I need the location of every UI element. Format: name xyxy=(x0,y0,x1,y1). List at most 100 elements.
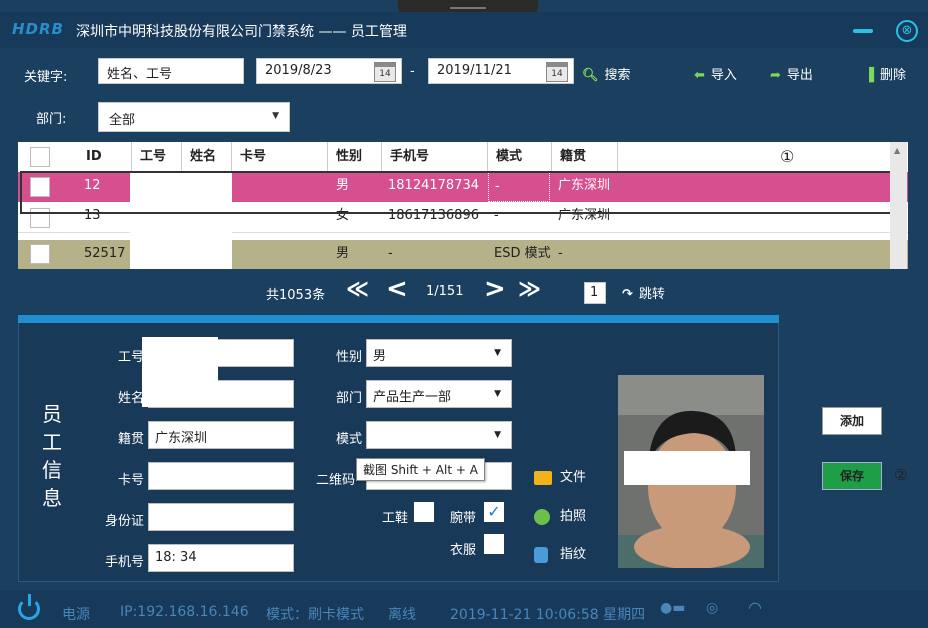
cell-id: 52517 xyxy=(84,246,126,261)
search-button[interactable]: 🔍︎ 搜索 xyxy=(582,64,631,83)
dept-field-select[interactable]: 产品生产一部 ▼ xyxy=(366,380,512,408)
export-arrow-icon: ➦︎ xyxy=(770,68,781,83)
import-arrow-icon: ⬅︎ xyxy=(694,68,705,83)
card-label: 卡号 xyxy=(117,473,144,488)
next-page-button[interactable]: > xyxy=(484,274,506,304)
id-card-label: 身份证 xyxy=(104,514,144,529)
user-status-icon: ●▬ xyxy=(660,600,686,616)
row-checkbox[interactable] xyxy=(30,208,50,228)
cell-gender: 男 xyxy=(336,178,350,193)
clothes-label: 衣服 xyxy=(449,543,476,558)
cell-origin: - xyxy=(558,246,563,261)
cell-mode: - xyxy=(494,208,499,223)
photo-button[interactable]: 拍照 xyxy=(534,505,586,525)
power-label: 电源 xyxy=(62,607,90,623)
redaction xyxy=(130,172,232,269)
fingerprint-button[interactable]: 指纹 xyxy=(534,543,586,563)
mode-select[interactable]: ▼ xyxy=(366,421,512,449)
close-button[interactable]: ⊗ xyxy=(896,20,918,42)
name-label: 姓名 xyxy=(117,391,144,406)
dept-label: 部门: xyxy=(36,112,67,127)
cell-origin: 广东深圳 xyxy=(558,208,611,223)
cell-origin: 广东深圳 xyxy=(558,178,611,193)
row-checkbox[interactable] xyxy=(30,244,50,264)
chevron-down-icon: ▼ xyxy=(272,111,279,121)
file-button[interactable]: 文件 xyxy=(534,466,586,485)
cell-gender: 男 xyxy=(336,246,350,261)
save-button[interactable]: 保存 xyxy=(822,462,882,490)
employee-photo xyxy=(618,375,764,568)
id-card-field[interactable] xyxy=(148,503,294,531)
cell-id: 12 xyxy=(84,178,101,193)
col-gender[interactable]: 性别 xyxy=(328,142,382,172)
cell-mode: ESD 模式 xyxy=(494,246,551,261)
col-mode[interactable]: 模式 xyxy=(488,142,552,172)
shoes-checkbox[interactable] xyxy=(414,502,434,522)
cell-phone: 18124178734 xyxy=(388,178,479,193)
dept-field-label: 部门 xyxy=(335,391,362,406)
import-button[interactable]: ⬅︎ 导入 xyxy=(694,64,737,83)
employee-table: ID 工号 姓名 卡号 性别 手机号 模式 籍贯 ① 12 男 18124178… xyxy=(18,142,908,269)
table-scrollbar[interactable]: ▲ xyxy=(890,142,907,269)
gender-select[interactable]: 男 ▼ xyxy=(366,339,512,367)
table-badge: ① xyxy=(780,147,795,166)
jump-button[interactable]: ↷ 跳转 xyxy=(622,283,665,302)
delete-button[interactable]: ▐ 删除 xyxy=(864,64,906,83)
cell-phone: - xyxy=(388,246,393,261)
date-to-calendar-icon[interactable]: 14 xyxy=(546,62,568,82)
folder-icon xyxy=(534,470,552,485)
ip-status: IP:192.168.16.146 xyxy=(120,604,249,620)
screenshot-tooltip: 截图 Shift + Alt + A xyxy=(356,458,485,481)
emp-no-label: 工号 xyxy=(117,350,144,365)
card-field[interactable] xyxy=(148,462,294,490)
col-card[interactable]: 卡号 xyxy=(232,142,328,172)
wrist-checkbox[interactable]: ✓ xyxy=(484,502,504,522)
panel-header-bar xyxy=(18,315,779,323)
col-name[interactable]: 姓名 xyxy=(182,142,232,172)
add-button[interactable]: 添加 xyxy=(822,407,882,435)
redo-arrow-icon: ↷ xyxy=(622,287,633,302)
date-separator: - xyxy=(410,64,415,79)
export-button[interactable]: ➦︎ 导出 xyxy=(770,64,813,83)
chevron-down-icon: ▼ xyxy=(494,348,501,358)
page-indicator: 1/151 xyxy=(426,284,464,299)
select-all-checkbox[interactable] xyxy=(30,147,50,167)
origin-field[interactable]: 广东深圳 xyxy=(148,421,294,449)
minimize-button[interactable] xyxy=(853,29,873,33)
col-origin[interactable]: 籍贯 xyxy=(552,142,618,172)
app-window: HDRB 深圳市中明科技股份有限公司门禁系统 —— 员工管理 ⊗ 关键字: 姓名… xyxy=(0,0,928,628)
clothes-checkbox[interactable] xyxy=(484,534,504,554)
mode-status: 模式：刷卡模式 xyxy=(266,607,364,623)
col-emp-no[interactable]: 工号 xyxy=(132,142,182,172)
trash-icon: ▐ xyxy=(864,68,874,83)
last-page-button[interactable]: ≫ xyxy=(518,277,541,302)
phone-label: 手机号 xyxy=(104,555,144,570)
cell-mode: - xyxy=(488,172,550,202)
keyword-input[interactable]: 姓名、工号 xyxy=(98,58,244,84)
datetime-status: 2019-11-21 10:06:58 星期四 xyxy=(450,607,646,623)
shoes-label: 工鞋 xyxy=(381,511,408,526)
jump-page-input[interactable]: 1 xyxy=(584,282,606,304)
mode-label: 模式 xyxy=(335,432,362,447)
dept-select[interactable]: 全部 ▼ xyxy=(98,102,290,132)
gender-label: 性别 xyxy=(335,350,362,365)
keyword-label: 关键字: xyxy=(24,70,68,85)
fingerprint-status-icon: ◎ xyxy=(706,600,719,616)
origin-label: 籍贯 xyxy=(117,432,144,447)
window-title: 深圳市中明科技股份有限公司门禁系统 —— 员工管理 xyxy=(76,24,407,40)
first-page-button[interactable]: ≪ xyxy=(346,277,369,302)
power-icon-bar xyxy=(28,594,31,606)
cell-phone: 18617136896 xyxy=(388,208,479,223)
chevron-down-icon: ▼ xyxy=(494,430,501,440)
total-count: 共1053条 xyxy=(266,288,326,303)
row-checkbox[interactable] xyxy=(30,177,50,197)
table-header: ID 工号 姓名 卡号 性别 手机号 模式 籍贯 ① xyxy=(18,142,908,173)
search-icon: 🔍︎ xyxy=(582,68,599,83)
scroll-up-icon[interactable]: ▲ xyxy=(894,146,900,155)
col-phone[interactable]: 手机号 xyxy=(382,142,488,172)
date-from-calendar-icon[interactable]: 14 xyxy=(374,62,396,82)
prev-page-button[interactable]: < xyxy=(386,274,408,304)
chevron-down-icon: ▼ xyxy=(494,389,501,399)
col-id[interactable]: ID xyxy=(78,142,132,172)
phone-field[interactable]: 18: 34 xyxy=(148,544,294,572)
